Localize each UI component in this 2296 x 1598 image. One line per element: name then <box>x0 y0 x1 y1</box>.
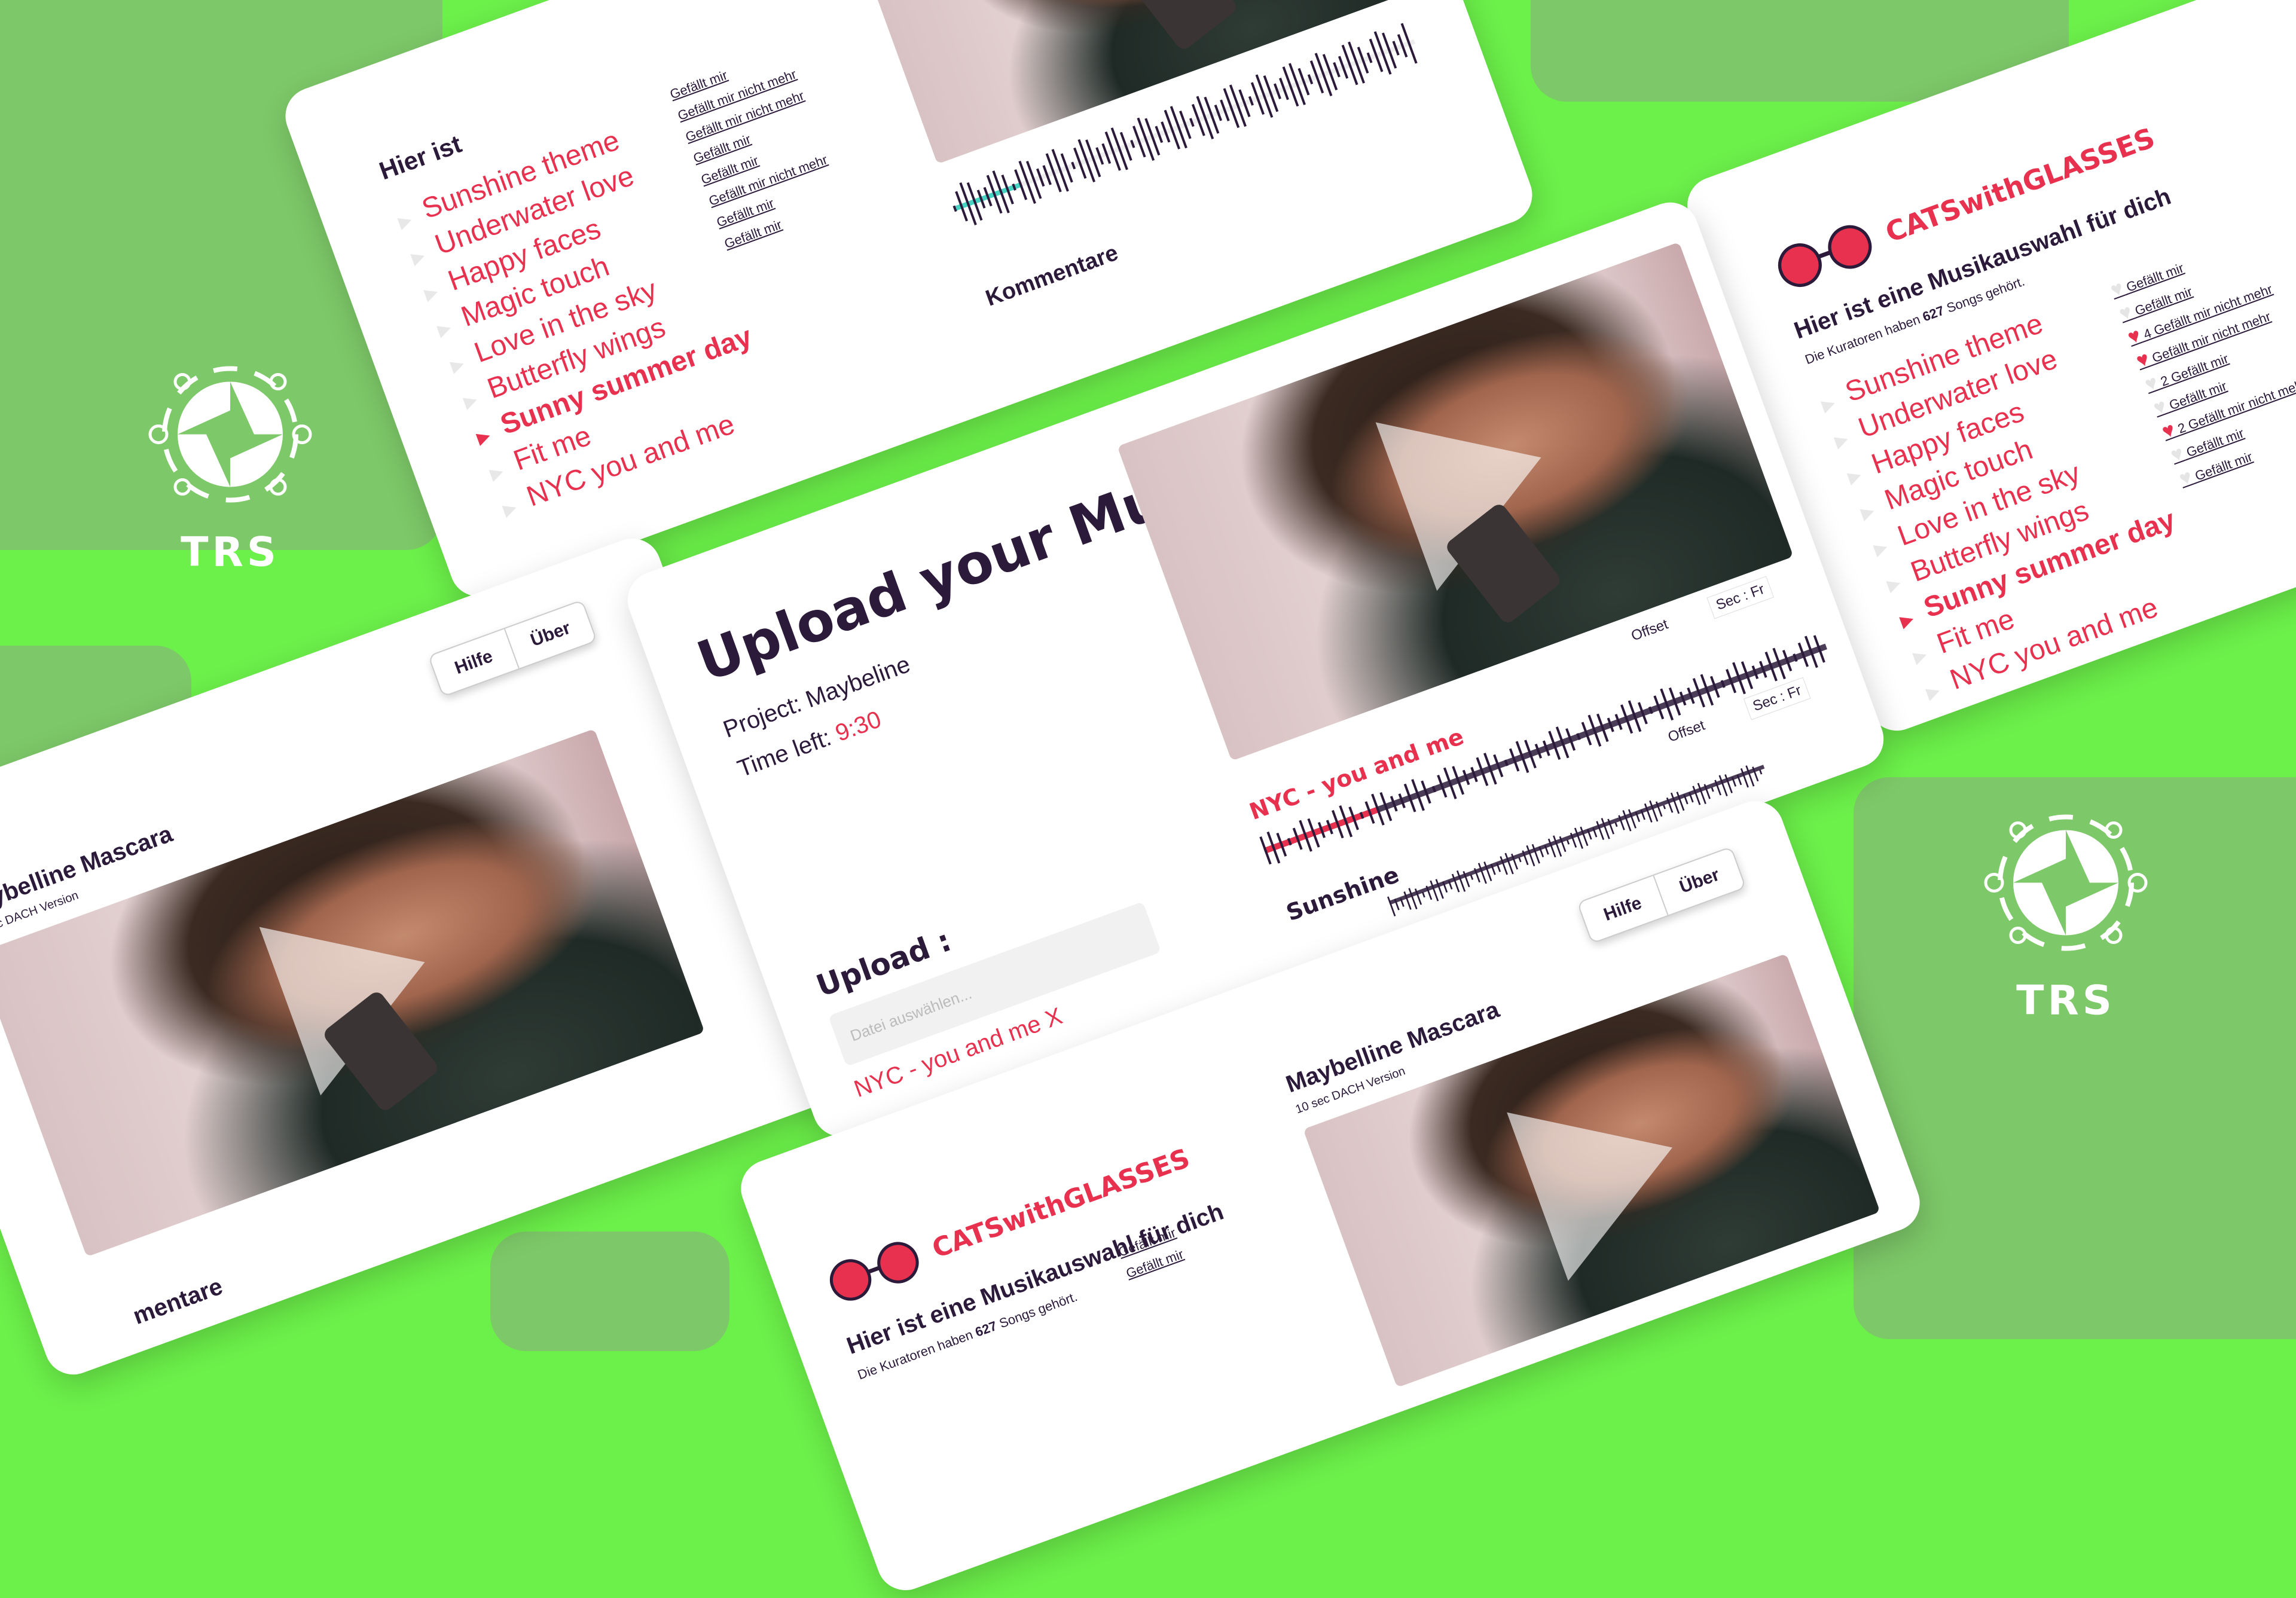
trs-logo: TRS <box>129 345 332 576</box>
comments-heading: Kommentare <box>982 240 1122 311</box>
waveform-bar <box>1614 822 1618 827</box>
comments-heading: mentare <box>129 1273 227 1330</box>
logo-text: TRS <box>2016 977 2115 1025</box>
help-button[interactable]: Hilfe <box>429 629 518 695</box>
help-about-buttons: Hilfe Über <box>1577 846 1747 945</box>
bg-tile <box>490 1232 729 1351</box>
waveform-bar <box>1711 787 1714 792</box>
video-preview[interactable] <box>0 728 705 1257</box>
product-image <box>1120 0 1239 53</box>
playlist-heading: Hier ist <box>375 129 465 185</box>
glasses-icon <box>829 1242 919 1301</box>
waveform-bar <box>1663 805 1666 809</box>
help-button[interactable]: Hilfe <box>1578 876 1668 942</box>
help-about-buttons: Hilfe Über <box>428 599 598 698</box>
waveform-bar <box>1422 891 1425 898</box>
play-icon[interactable] <box>1507 1063 1703 1281</box>
time-left-value: 9:30 <box>832 706 885 747</box>
waveform-bar <box>1518 857 1522 863</box>
brand-name: CATSwithGLASSES <box>1881 121 2159 249</box>
about-button[interactable]: Über <box>503 601 596 669</box>
waveform-bar <box>1470 874 1474 880</box>
trs-logo: TRS <box>1964 793 2167 1025</box>
glasses-icon <box>1778 225 1872 287</box>
waveform-bar <box>1566 839 1570 845</box>
aperture-icon <box>1984 814 2148 951</box>
logo-text: TRS <box>181 528 280 576</box>
video-preview[interactable] <box>1303 953 1880 1388</box>
offset-label: Offset <box>1629 616 1671 644</box>
aperture-icon <box>148 366 312 503</box>
waveform-bar <box>1759 769 1763 775</box>
about-button[interactable]: Über <box>1653 847 1745 915</box>
